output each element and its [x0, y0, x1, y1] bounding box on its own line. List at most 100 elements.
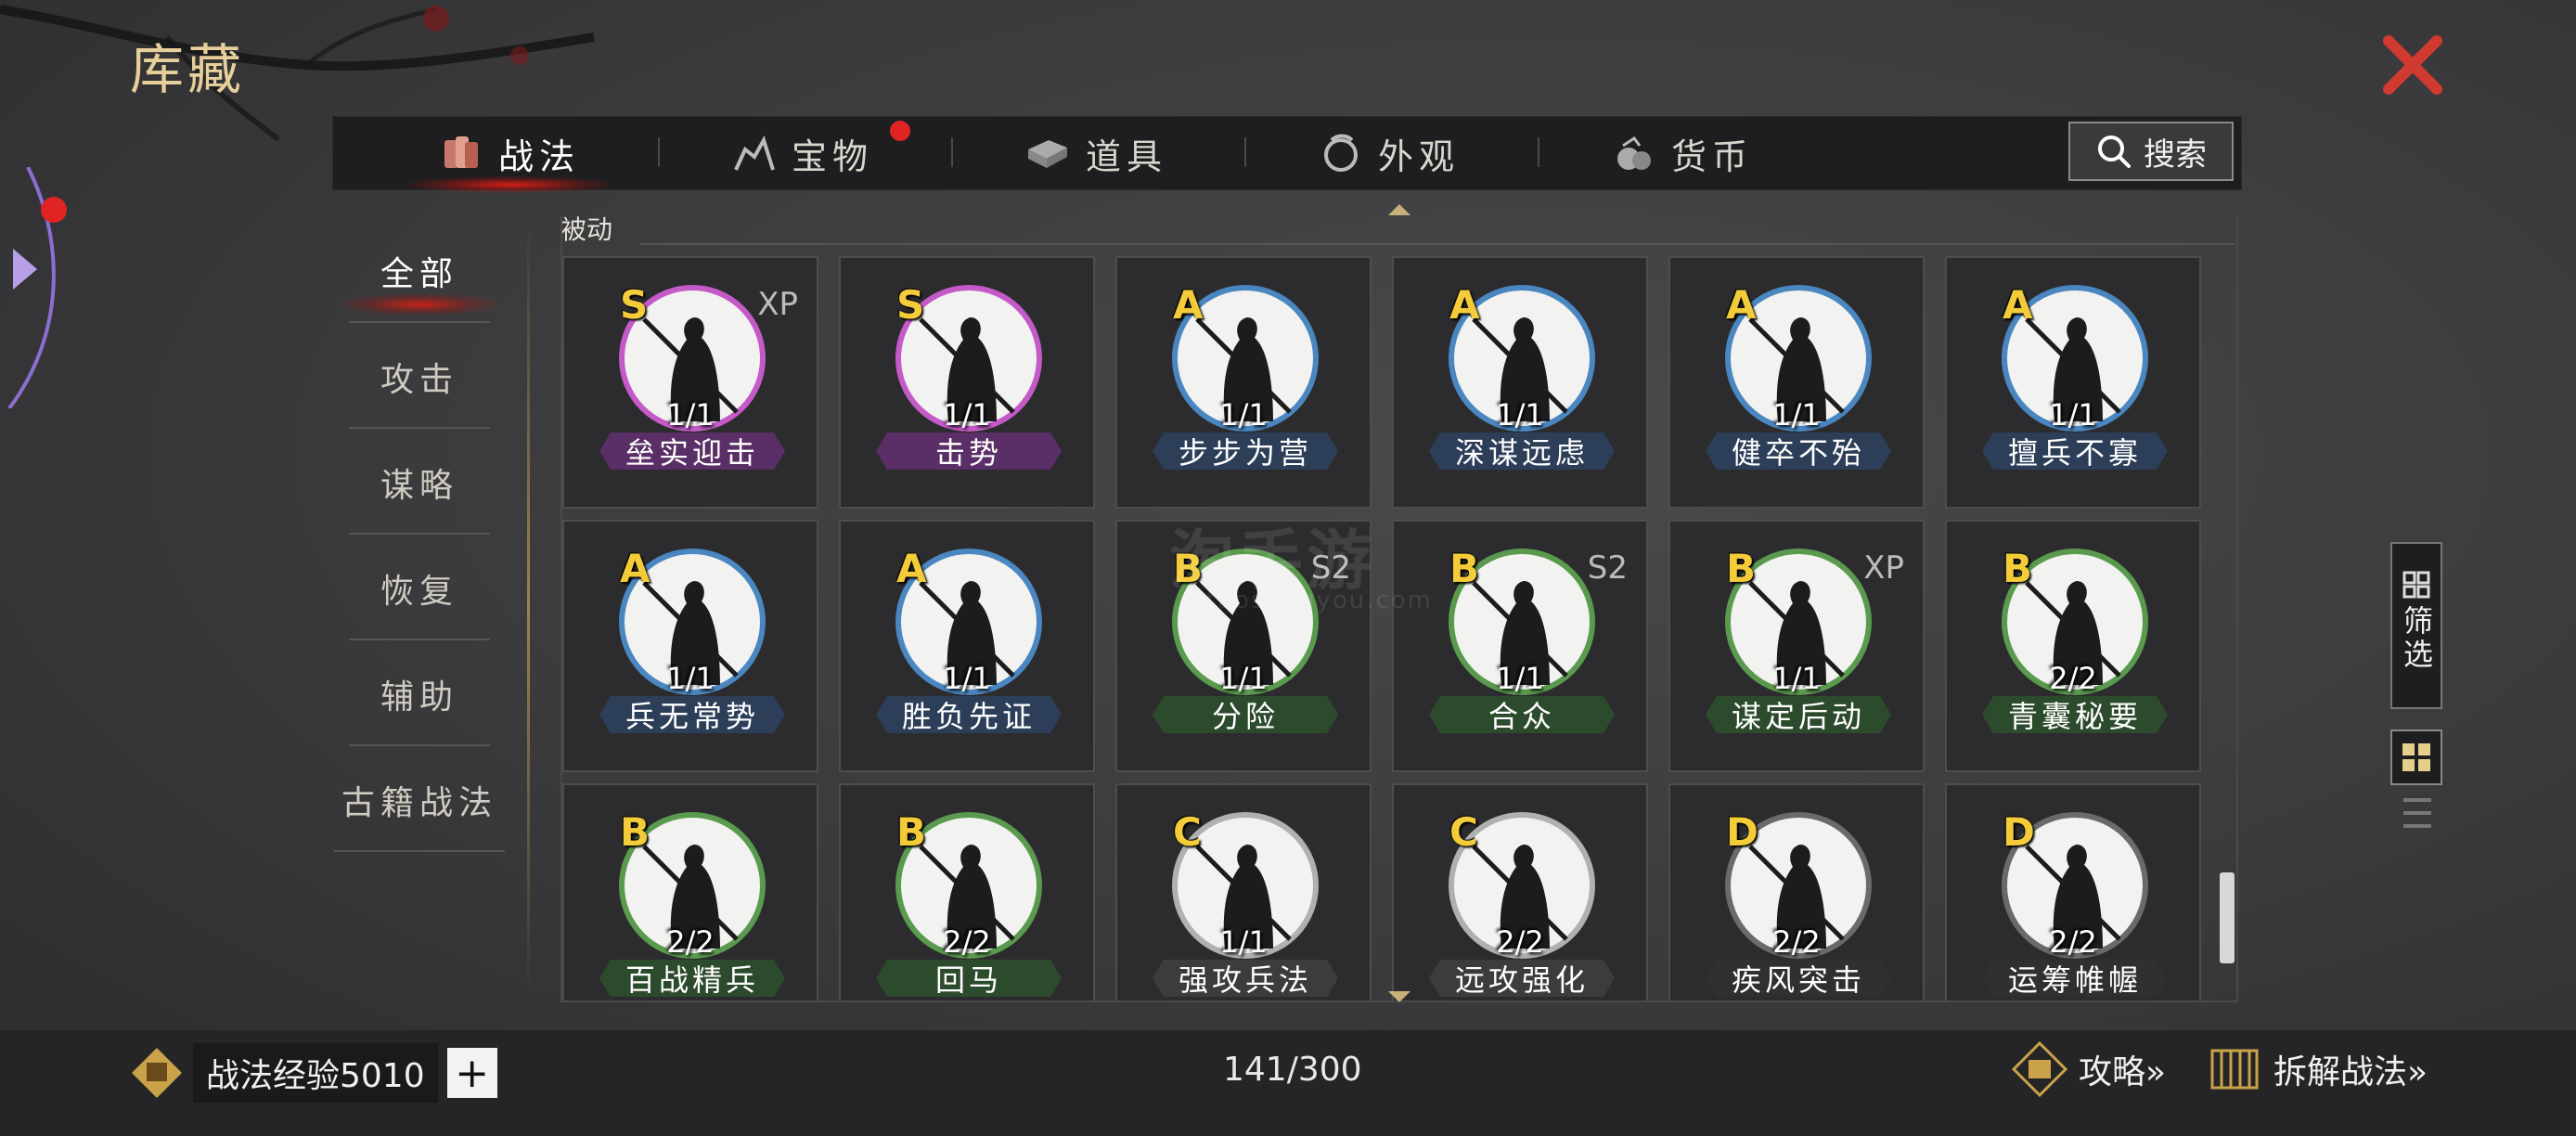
tactic-name: 强攻兵法: [1153, 960, 1338, 997]
tab-appearance[interactable]: 外观: [1269, 117, 1510, 189]
tactic-exp-icon: [132, 1048, 182, 1098]
item-box-icon: [1027, 140, 1067, 168]
tab-divider: [658, 137, 660, 167]
tactic-card[interactable]: S 1/1 击势: [839, 256, 1095, 509]
tactic-card[interactable]: D 2/2 运筹帷幄: [1945, 783, 2201, 1000]
category-ancient-tactics[interactable]: 古籍战法: [334, 750, 505, 852]
grade-label: B: [1726, 546, 1757, 591]
dismantle-tactics-button[interactable]: 拆解战法»: [2205, 1039, 2428, 1099]
tactic-card[interactable]: A 1/1 擅兵不寡: [1945, 256, 2201, 509]
filter-icon: [2402, 571, 2430, 599]
tactic-exp-label: 战法经验5010: [193, 1043, 438, 1103]
search-icon: [2098, 136, 2131, 168]
tactic-card[interactable]: C 1/1 强攻兵法: [1115, 783, 1372, 1000]
scroll-bundle-icon: [444, 136, 478, 168]
tactic-card[interactable]: B 2/2 回马: [839, 783, 1095, 1000]
tactic-card[interactable]: B S2 1/1 合众: [1392, 520, 1648, 772]
guide-label: 攻略»: [2079, 1053, 2167, 1091]
season-tag: XP: [757, 286, 798, 323]
tactic-card[interactable]: B 2/2 百战精兵: [562, 783, 818, 1000]
tactic-name: 深谋远虑: [1429, 432, 1615, 470]
tactic-card[interactable]: B XP 1/1 谋定后动: [1668, 520, 1925, 772]
grade-label: B: [2003, 546, 2033, 591]
tactic-card[interactable]: C 2/2 远攻强化: [1392, 783, 1648, 1000]
tab-label: 道具: [1085, 136, 1167, 177]
owned-count: 2/2: [1496, 924, 1544, 960]
grade-label: A: [896, 546, 927, 591]
tactic-card[interactable]: D 2/2 疾风突击: [1668, 783, 1925, 1000]
tactic-card[interactable]: A 1/1 兵无常势: [562, 520, 818, 772]
owned-count: 2/2: [666, 924, 715, 960]
bamboo-scroll-icon: [2210, 1049, 2259, 1090]
owned-count: 2/2: [2049, 924, 2097, 960]
tactic-name: 回马: [876, 960, 1062, 997]
tab-label: 战法: [497, 136, 580, 177]
owned-count: 1/1: [666, 397, 715, 432]
tab-label: 外观: [1377, 136, 1460, 177]
owned-count: 1/1: [1496, 397, 1544, 432]
tactic-name: 垒实迎击: [599, 432, 785, 470]
tactic-name: 兵无常势: [599, 696, 785, 733]
close-icon[interactable]: [2376, 28, 2450, 102]
tactic-name: 百战精兵: [599, 960, 785, 997]
tab-treasure[interactable]: 宝物: [682, 117, 923, 189]
tactic-name: 擅兵不寡: [1982, 432, 2168, 470]
grade-label: B: [896, 809, 927, 855]
owned-count: 1/1: [943, 661, 991, 696]
tactic-exp-panel: 战法经验5010 +: [130, 1043, 497, 1103]
tactic-card[interactable]: A 1/1 胜负先证: [839, 520, 1095, 772]
tactic-card[interactable]: S XP 1/1 垒实迎击: [562, 256, 818, 509]
tab-divider: [951, 137, 953, 167]
guide-button[interactable]: 攻略»: [2010, 1039, 2166, 1099]
grade-label: A: [1173, 282, 1204, 328]
category-strategy[interactable]: 谋略: [349, 432, 490, 535]
owned-count: 1/1: [1496, 661, 1544, 696]
tactic-name: 谋定后动: [1706, 696, 1891, 733]
tactic-card[interactable]: A 1/1 健卒不殆: [1668, 256, 1925, 509]
tactic-card[interactable]: B 2/2 青囊秘要: [1945, 520, 2201, 772]
category-recovery[interactable]: 恢复: [349, 538, 490, 640]
tactic-name: 击势: [876, 432, 1062, 470]
owned-count: 1/1: [2049, 397, 2097, 432]
appearance-icon: [1323, 134, 1358, 172]
notification-dot: [41, 197, 67, 223]
tab-currency[interactable]: 货币: [1562, 117, 1803, 189]
grade-label: A: [620, 546, 650, 591]
tactic-name: 分险: [1153, 696, 1338, 733]
grade-label: D: [1726, 809, 1758, 855]
owned-count: 2/2: [1772, 924, 1821, 960]
grade-label: C: [1449, 809, 1478, 855]
tab-items[interactable]: 道具: [975, 117, 1217, 189]
season-tag: XP: [1863, 549, 1904, 587]
category-divider: [527, 223, 530, 993]
filter-button[interactable]: 筛选: [2390, 542, 2442, 709]
tab-label: 宝物: [791, 136, 873, 177]
owned-count: 1/1: [1219, 397, 1268, 432]
tactic-card[interactable]: A 1/1 深谋远虑: [1392, 256, 1648, 509]
grade-label: S: [620, 282, 649, 328]
owned-count: 1/1: [943, 397, 991, 432]
tab-label: 货币: [1670, 136, 1753, 177]
scroll-down-icon[interactable]: [1386, 989, 1412, 1004]
watermark-url: taoshouyou.com: [1206, 587, 1434, 614]
list-view-icon[interactable]: [2403, 794, 2431, 833]
tactic-name: 胜负先证: [876, 696, 1062, 733]
category-support[interactable]: 辅助: [349, 644, 490, 746]
treasure-badge-dot: [890, 121, 910, 141]
owned-count: 2/2: [2049, 661, 2097, 696]
grid-scrollbar[interactable]: [2220, 872, 2235, 963]
page-title: 库藏: [130, 38, 246, 101]
grade-label: A: [1449, 282, 1480, 328]
category-all[interactable]: 全部: [340, 221, 499, 323]
category-attack[interactable]: 攻击: [349, 327, 490, 429]
search-button[interactable]: 搜索: [2068, 122, 2234, 181]
tab-bar: 战法 宝物 道具 外观 货币 搜索: [332, 116, 2242, 193]
tactic-card[interactable]: A 1/1 步步为营: [1115, 256, 1372, 509]
grade-label: A: [1726, 282, 1757, 328]
add-exp-button[interactable]: +: [446, 1048, 497, 1098]
grid-view-toggle[interactable]: [2390, 729, 2442, 785]
filter-label: 筛选: [2399, 605, 2434, 672]
tactic-name: 远攻强化: [1429, 960, 1615, 997]
tab-tactics[interactable]: 战法: [389, 117, 630, 193]
owned-count: 1/1: [1219, 924, 1268, 960]
